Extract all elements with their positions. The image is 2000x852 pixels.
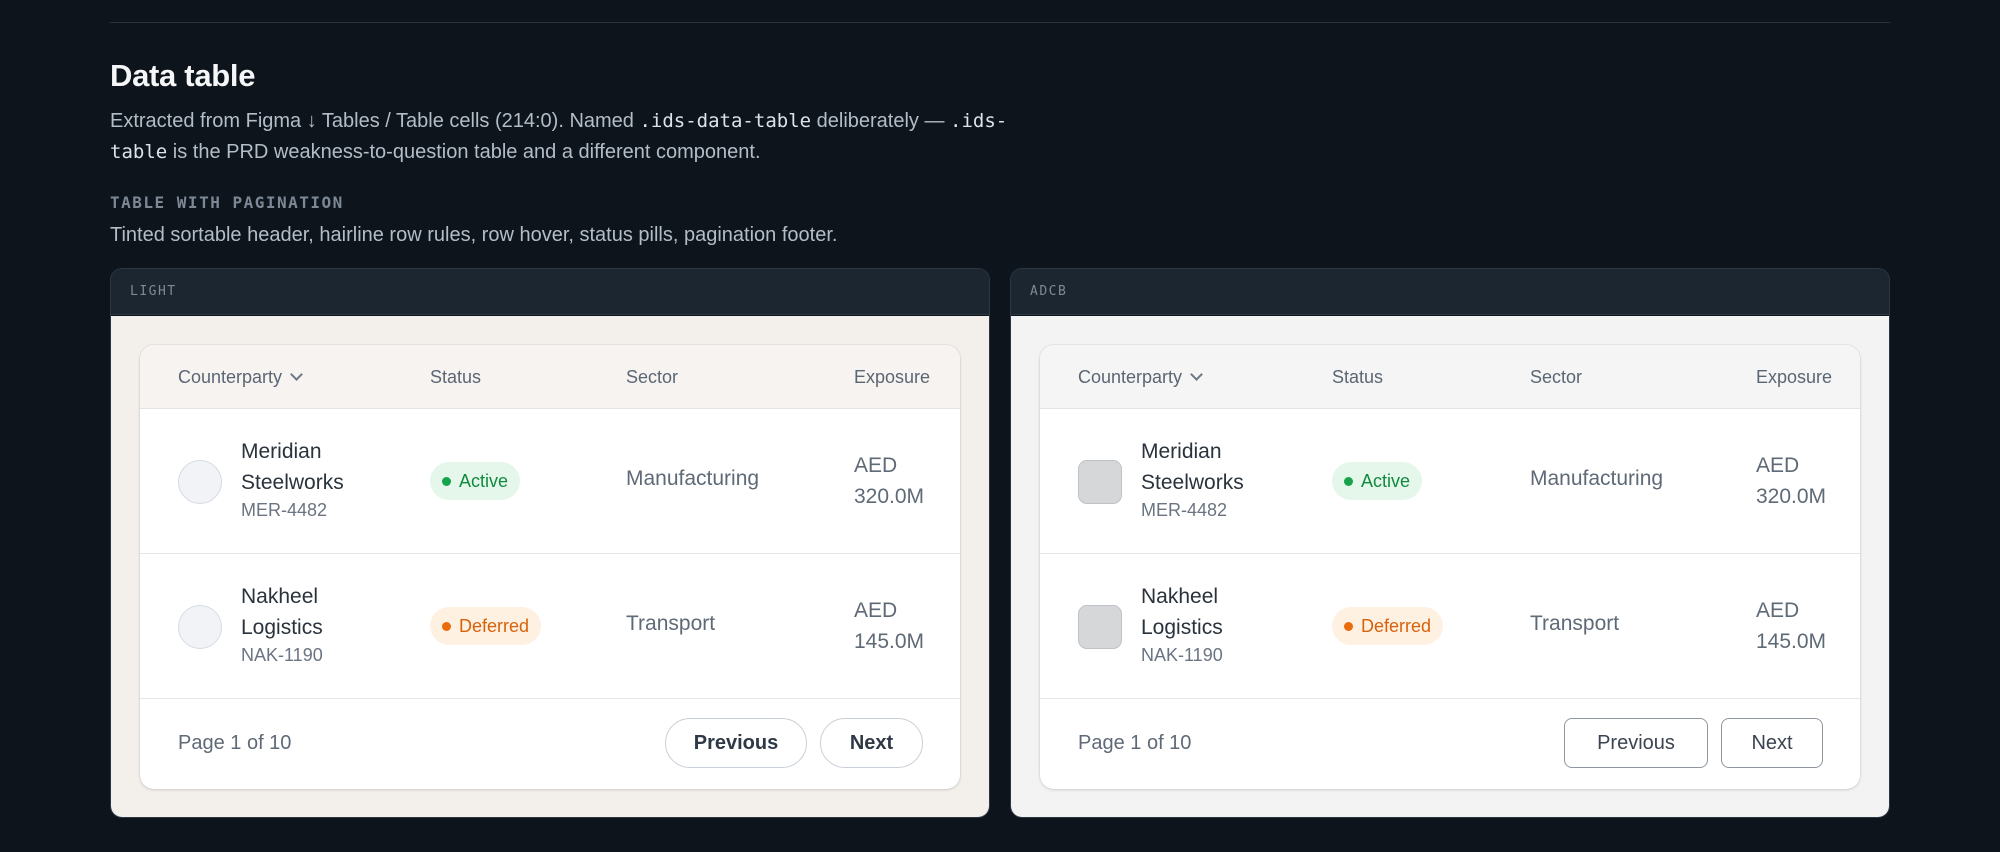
- frame-label: ADCB: [1011, 269, 1889, 315]
- table-header: Counterparty Status Sector Exposure: [140, 345, 960, 409]
- frame-body: Counterparty Status Sector Exposure Meri…: [1011, 316, 1889, 817]
- counterparty-name: Nakheel Logistics: [1141, 585, 1223, 639]
- status-dot-icon: [442, 622, 451, 631]
- table-row[interactable]: Meridian Steelworks MER-4482 Active Manu…: [1040, 409, 1860, 554]
- status-badge: Active: [1332, 462, 1423, 500]
- table-row[interactable]: Nakheel Logistics NAK-1190 Deferred Tran…: [140, 554, 960, 699]
- next-button[interactable]: Next: [820, 718, 923, 768]
- page-title: Data table: [110, 58, 256, 93]
- sector-cell: Manufacturing: [626, 467, 760, 490]
- frame-body: Counterparty Status Sector Exposure Meri…: [111, 316, 989, 817]
- status-badge: Deferred: [430, 607, 542, 645]
- avatar: [178, 460, 222, 504]
- sector-cell: Transport: [1530, 612, 1620, 635]
- status-badge: Deferred: [1332, 607, 1444, 645]
- data-table: Counterparty Status Sector Exposure Meri…: [140, 345, 960, 789]
- status-label: Active: [1361, 471, 1411, 491]
- adcb-preview-frame: ADCB Counterparty Status Sector Exposure…: [1010, 268, 1890, 818]
- column-header-label: Counterparty: [178, 367, 283, 387]
- page-description: Extracted from Figma ↓ Tables / Table ce…: [110, 106, 1030, 168]
- page-indicator: Page 1 of 10: [178, 732, 292, 754]
- status-badge: Active: [430, 462, 521, 500]
- status-label: Deferred: [1361, 616, 1432, 636]
- table-header: Counterparty Status Sector Exposure: [1040, 345, 1860, 409]
- counterparty-name: Meridian Steelworks: [1141, 440, 1244, 494]
- counterparty-id: MER-4482: [241, 500, 328, 520]
- exposure-cell: AED 145.0M: [854, 599, 925, 653]
- sector-cell: Transport: [626, 612, 716, 635]
- avatar: [178, 605, 222, 649]
- next-button[interactable]: Next: [1721, 718, 1823, 768]
- exposure-cell: AED 320.0M: [1756, 454, 1827, 508]
- previous-button[interactable]: Previous: [1564, 718, 1708, 768]
- table-row[interactable]: Meridian Steelworks MER-4482 Active Manu…: [140, 409, 960, 554]
- column-header-exposure: Exposure: [1756, 367, 1833, 387]
- counterparty-name: Nakheel Logistics: [241, 585, 323, 639]
- previous-button[interactable]: Previous: [665, 718, 807, 768]
- pagination-footer: Page 1 of 10 Previous Next: [140, 699, 960, 789]
- status-dot-icon: [1344, 477, 1353, 486]
- column-header-counterparty[interactable]: Counterparty: [1078, 367, 1203, 388]
- status-dot-icon: [1344, 622, 1353, 631]
- status-label: Active: [459, 471, 509, 491]
- frame-label: LIGHT: [111, 269, 989, 315]
- table-row[interactable]: Nakheel Logistics NAK-1190 Deferred Tran…: [1040, 554, 1860, 699]
- avatar: [1078, 605, 1122, 649]
- column-header-exposure: Exposure: [854, 367, 931, 387]
- avatar: [1078, 460, 1122, 504]
- status-dot-icon: [442, 477, 451, 486]
- exposure-cell: AED 145.0M: [1756, 599, 1827, 653]
- page-indicator: Page 1 of 10: [1078, 732, 1192, 754]
- chevron-down-icon[interactable]: [1190, 368, 1203, 381]
- pagination-footer: Page 1 of 10 Previous Next: [1040, 699, 1860, 789]
- sector-cell: Manufacturing: [1530, 467, 1664, 490]
- light-preview-frame: LIGHT Counterparty Status Sector Exposur…: [110, 268, 990, 818]
- description-text: deliberately —: [811, 110, 951, 132]
- description-text: is the PRD weakness-to-question table an…: [167, 141, 761, 163]
- column-header-counterparty[interactable]: Counterparty: [178, 367, 303, 388]
- section-label: TABLE WITH PAGINATION: [110, 193, 344, 212]
- status-label: Deferred: [459, 616, 530, 636]
- chevron-down-icon[interactable]: [290, 368, 303, 381]
- counterparty-id: NAK-1190: [1141, 645, 1223, 665]
- top-divider: [110, 22, 1890, 23]
- exposure-cell: AED 320.0M: [854, 454, 925, 508]
- column-header-status: Status: [430, 367, 482, 387]
- column-header-label: Counterparty: [1078, 367, 1183, 387]
- column-header-status: Status: [1332, 367, 1384, 387]
- counterparty-name: Meridian Steelworks: [241, 440, 344, 494]
- column-header-sector: Sector: [1530, 367, 1583, 387]
- section-description: Tinted sortable header, hairline row rul…: [110, 224, 838, 246]
- column-header-sector: Sector: [626, 367, 679, 387]
- description-text: Extracted from Figma ↓ Tables / Table ce…: [110, 110, 640, 132]
- code-ids-data-table: .ids-data-table: [639, 110, 812, 132]
- counterparty-id: MER-4482: [1141, 500, 1228, 520]
- counterparty-id: NAK-1190: [241, 645, 323, 665]
- data-table: Counterparty Status Sector Exposure Meri…: [1040, 345, 1860, 789]
